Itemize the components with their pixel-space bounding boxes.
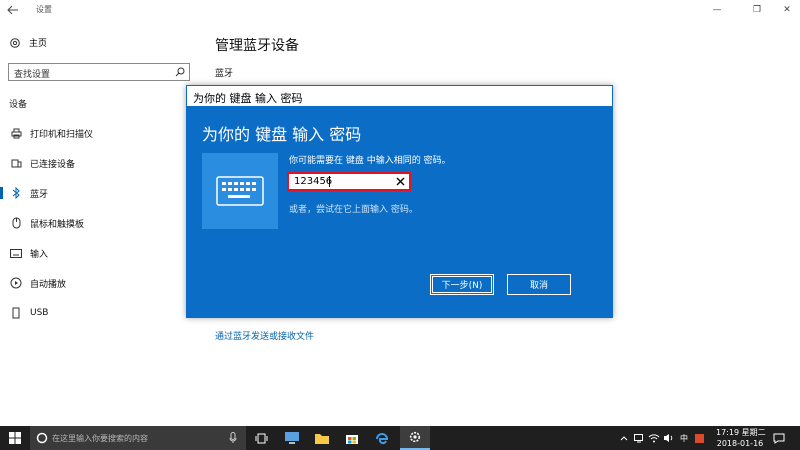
- windows-logo-icon: [9, 432, 21, 444]
- taskbar-store[interactable]: [340, 426, 364, 450]
- sidebar-item-label: 输入: [30, 249, 49, 260]
- back-arrow-icon: [7, 5, 18, 15]
- clock-time: 17:19: [716, 428, 740, 437]
- close-button[interactable]: ✕: [780, 3, 794, 17]
- text-caret: [329, 176, 330, 187]
- bluetooth-toggle-label: 蓝牙: [215, 69, 234, 79]
- cancel-button[interactable]: 取消: [507, 274, 571, 295]
- keyboard-device-tile: [202, 153, 278, 229]
- passcode-input[interactable]: 123456: [287, 172, 411, 191]
- dialog-heading: 为你的 键盘 输入 密码: [202, 125, 362, 144]
- input-method-icon: [694, 433, 704, 443]
- sidebar-item-label: 鼠标和触摸板: [30, 219, 85, 230]
- clock-date: 2018-01-16: [716, 439, 764, 448]
- taskbar-settings-active[interactable]: [400, 426, 430, 450]
- sidebar-item-printers[interactable]: 打印机和扫描仪: [0, 123, 200, 143]
- close-icon: ✕: [783, 5, 791, 15]
- settings-search-input[interactable]: 查找设置: [8, 63, 190, 81]
- sidebar-item-label: 蓝牙: [30, 189, 49, 200]
- dialog-instruction: 你可能需要在 键盘 中输入相同的 密码。: [289, 156, 451, 166]
- printer-icon: [9, 126, 23, 140]
- taskbar-search-placeholder: 在这里输入你要搜索的内容: [52, 434, 148, 443]
- dialog-alternative-hint: 或者，尝试在它上面输入 密码。: [289, 205, 418, 215]
- taskbar-edge[interactable]: [370, 426, 394, 450]
- start-button[interactable]: [4, 426, 26, 450]
- sidebar-section-label: 设备: [9, 100, 28, 110]
- sidebar-home[interactable]: 主页: [9, 36, 47, 49]
- microphone-icon[interactable]: [229, 432, 237, 444]
- taskbar: 在这里输入你要搜索的内容 中 17:19 星期二 2018-01-16: [0, 426, 800, 450]
- task-view-button[interactable]: [250, 426, 272, 450]
- sidebar-item-mouse[interactable]: 鼠标和触摸板: [0, 213, 200, 233]
- minimize-icon: —: [712, 5, 722, 15]
- home-label: 主页: [29, 39, 48, 49]
- search-placeholder: 查找设置: [14, 70, 51, 80]
- maximize-icon: ❐: [752, 5, 762, 15]
- ime-indicator[interactable]: 中: [678, 426, 690, 450]
- autoplay-icon: [9, 276, 23, 290]
- maximize-button[interactable]: ❐: [750, 3, 764, 17]
- sidebar-item-label: USB: [30, 308, 49, 318]
- sidebar-item-label: 已连接设备: [30, 159, 76, 170]
- search-icon[interactable]: [175, 67, 185, 77]
- tray-wifi[interactable]: [647, 426, 661, 450]
- clock[interactable]: 17:19 星期二 2018-01-16: [716, 427, 766, 449]
- dialog-title-bar: 为你的 键盘 输入 密码: [186, 85, 613, 107]
- next-button[interactable]: 下一步(N): [430, 274, 494, 295]
- window-title: 设置: [36, 5, 52, 14]
- sidebar-item-typing[interactable]: 输入: [0, 243, 200, 263]
- folder-icon: [315, 433, 329, 444]
- volume-icon: [664, 434, 673, 442]
- sidebar-item-bluetooth[interactable]: 蓝牙: [0, 183, 200, 203]
- devices-icon: [9, 156, 23, 170]
- sidebar-item-label: 自动播放: [30, 279, 67, 290]
- tray-volume[interactable]: [662, 426, 676, 450]
- taskbar-search-box[interactable]: 在这里输入你要搜索的内容: [30, 426, 246, 450]
- taskbar-file-explorer[interactable]: [310, 426, 334, 450]
- tray-network[interactable]: [632, 426, 646, 450]
- minimize-button[interactable]: —: [710, 3, 724, 17]
- task-view-icon: [255, 433, 267, 443]
- chevron-up-icon: [620, 435, 628, 440]
- network-computer-icon: [285, 432, 299, 444]
- taskbar-app-network[interactable]: [280, 426, 304, 450]
- tray-input-method[interactable]: [692, 426, 706, 450]
- store-bag-icon: [346, 435, 358, 444]
- title-bar: 设置 — ❐ ✕: [0, 0, 800, 20]
- sidebar-item-usb[interactable]: USB: [0, 303, 200, 323]
- clear-x-icon: [396, 177, 404, 186]
- sidebar-item-connected-devices[interactable]: 已连接设备: [0, 153, 200, 173]
- notification-icon: [773, 433, 785, 444]
- usb-icon: [9, 306, 23, 320]
- pairing-dialog: 为你的 键盘 输入 密码 为你的 键盘 输入 密码 你可能需要在 键盘 中输入相…: [186, 85, 613, 318]
- keyboard-icon: [9, 246, 23, 260]
- bluetooth-icon: [9, 186, 23, 200]
- action-center-button[interactable]: [770, 426, 788, 450]
- edge-browser-icon: [376, 433, 389, 445]
- sidebar-item-autoplay[interactable]: 自动播放: [0, 273, 200, 293]
- wifi-icon: [648, 433, 660, 442]
- tray-overflow-button[interactable]: [618, 426, 630, 450]
- passcode-value: 123456: [294, 176, 333, 187]
- send-receive-files-link[interactable]: 通过蓝牙发送或接收文件: [215, 329, 314, 342]
- keyboard-device-icon: [216, 176, 264, 206]
- dialog-window-title: 为你的 键盘 输入 密码: [193, 92, 303, 105]
- clear-input-button[interactable]: [394, 175, 406, 188]
- back-button[interactable]: [6, 3, 20, 17]
- settings-gear-icon: [409, 431, 421, 443]
- network-icon: [633, 433, 643, 442]
- cortana-icon: [36, 432, 48, 444]
- page-title: 管理蓝牙设备: [215, 38, 299, 54]
- mouse-icon: [9, 216, 23, 230]
- gear-icon: [10, 37, 20, 48]
- sidebar-item-label: 打印机和扫描仪: [30, 129, 94, 140]
- clock-weekday: 星期二: [741, 428, 766, 437]
